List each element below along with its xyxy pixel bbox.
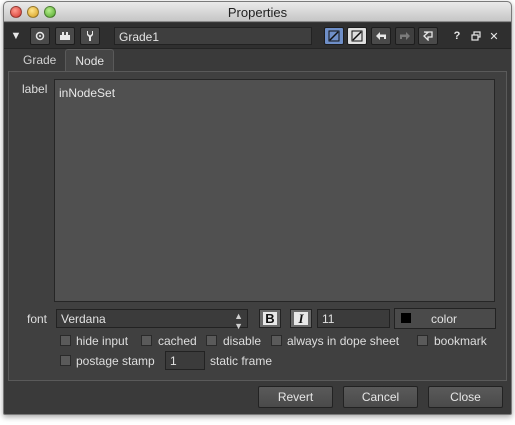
italic-label: I — [298, 310, 304, 326]
node-toolbar: ▼ Grade1 ? ✕ — [4, 23, 511, 49]
tab-node[interactable]: Node — [65, 49, 115, 71]
node-tab-panel: label inNodeSet font Verdana ▲ ▼ B I 11 c… — [8, 71, 507, 381]
hide-input-label: hide input — [76, 334, 129, 348]
wrench-icon — [87, 31, 93, 41]
font-dropdown[interactable]: Verdana ▲ ▼ — [56, 309, 248, 331]
postage-stamp-label: postage stamp — [76, 354, 155, 368]
center-node-button[interactable] — [30, 27, 50, 45]
font-caption: font — [27, 312, 48, 326]
label-caption: label — [22, 82, 48, 96]
target-icon — [35, 31, 45, 41]
collapse-triangle-icon[interactable]: ▼ — [10, 27, 22, 45]
bold-label: B — [265, 311, 275, 326]
color-swatch — [401, 313, 411, 323]
dope-sheet-checkbox[interactable] — [271, 335, 282, 346]
undo-button[interactable] — [371, 27, 391, 45]
cached-label: cached — [158, 334, 197, 348]
redo-icon — [400, 32, 410, 40]
disable-checkbox[interactable] — [206, 335, 217, 346]
static-frame-input[interactable]: 1 — [165, 351, 205, 370]
node-icon — [60, 32, 70, 40]
gl-color-button[interactable] — [347, 27, 367, 45]
properties-window: Properties ▼ Grade1 ? ✕ Grade Node label… — [3, 1, 512, 415]
diagonal-swatch-icon — [351, 30, 363, 42]
cancel-button[interactable]: Cancel — [343, 386, 418, 408]
tile-color-button[interactable] — [324, 27, 344, 45]
label-textarea[interactable]: inNodeSet — [54, 79, 495, 302]
close-panel-icon[interactable]: ✕ — [488, 27, 500, 45]
bookmark-checkbox[interactable] — [417, 335, 428, 346]
italic-button[interactable]: I — [290, 309, 312, 328]
title-bar: Properties — [4, 2, 511, 22]
postage-stamp-checkbox[interactable] — [60, 355, 71, 366]
float-window-icon[interactable] — [470, 27, 482, 45]
font-value: Verdana — [61, 312, 106, 326]
revert-button[interactable]: Revert — [258, 386, 333, 408]
tab-grade[interactable]: Grade — [14, 49, 65, 71]
revert-icon — [423, 31, 433, 41]
tab-bar: Grade Node — [14, 49, 115, 71]
bookmark-label: bookmark — [434, 334, 487, 348]
dope-sheet-label: always in dope sheet — [287, 334, 400, 348]
redo-button[interactable] — [395, 27, 415, 45]
disable-label: disable — [223, 334, 262, 348]
settings-button[interactable] — [80, 27, 100, 45]
color-button-label: color — [431, 312, 458, 326]
dropdown-arrow-icon: ▲ ▼ — [234, 311, 243, 331]
revert-knobs-button[interactable] — [418, 27, 438, 45]
undo-icon — [376, 32, 386, 40]
input-viewer-button[interactable] — [55, 27, 75, 45]
static-frame-label: static frame — [210, 354, 273, 368]
float-window-glyph — [471, 31, 481, 41]
font-color-button[interactable]: color — [394, 308, 496, 329]
font-size-input[interactable]: 11 — [317, 309, 390, 328]
bold-button[interactable]: B — [259, 309, 281, 328]
window-title: Properties — [227, 5, 288, 20]
node-name-field[interactable]: Grade1 — [114, 27, 312, 45]
help-icon[interactable]: ? — [451, 27, 463, 45]
diagonal-swatch-icon — [328, 30, 340, 42]
hide-input-checkbox[interactable] — [60, 335, 71, 346]
close-button[interactable]: Close — [428, 386, 503, 408]
cached-checkbox[interactable] — [141, 335, 152, 346]
